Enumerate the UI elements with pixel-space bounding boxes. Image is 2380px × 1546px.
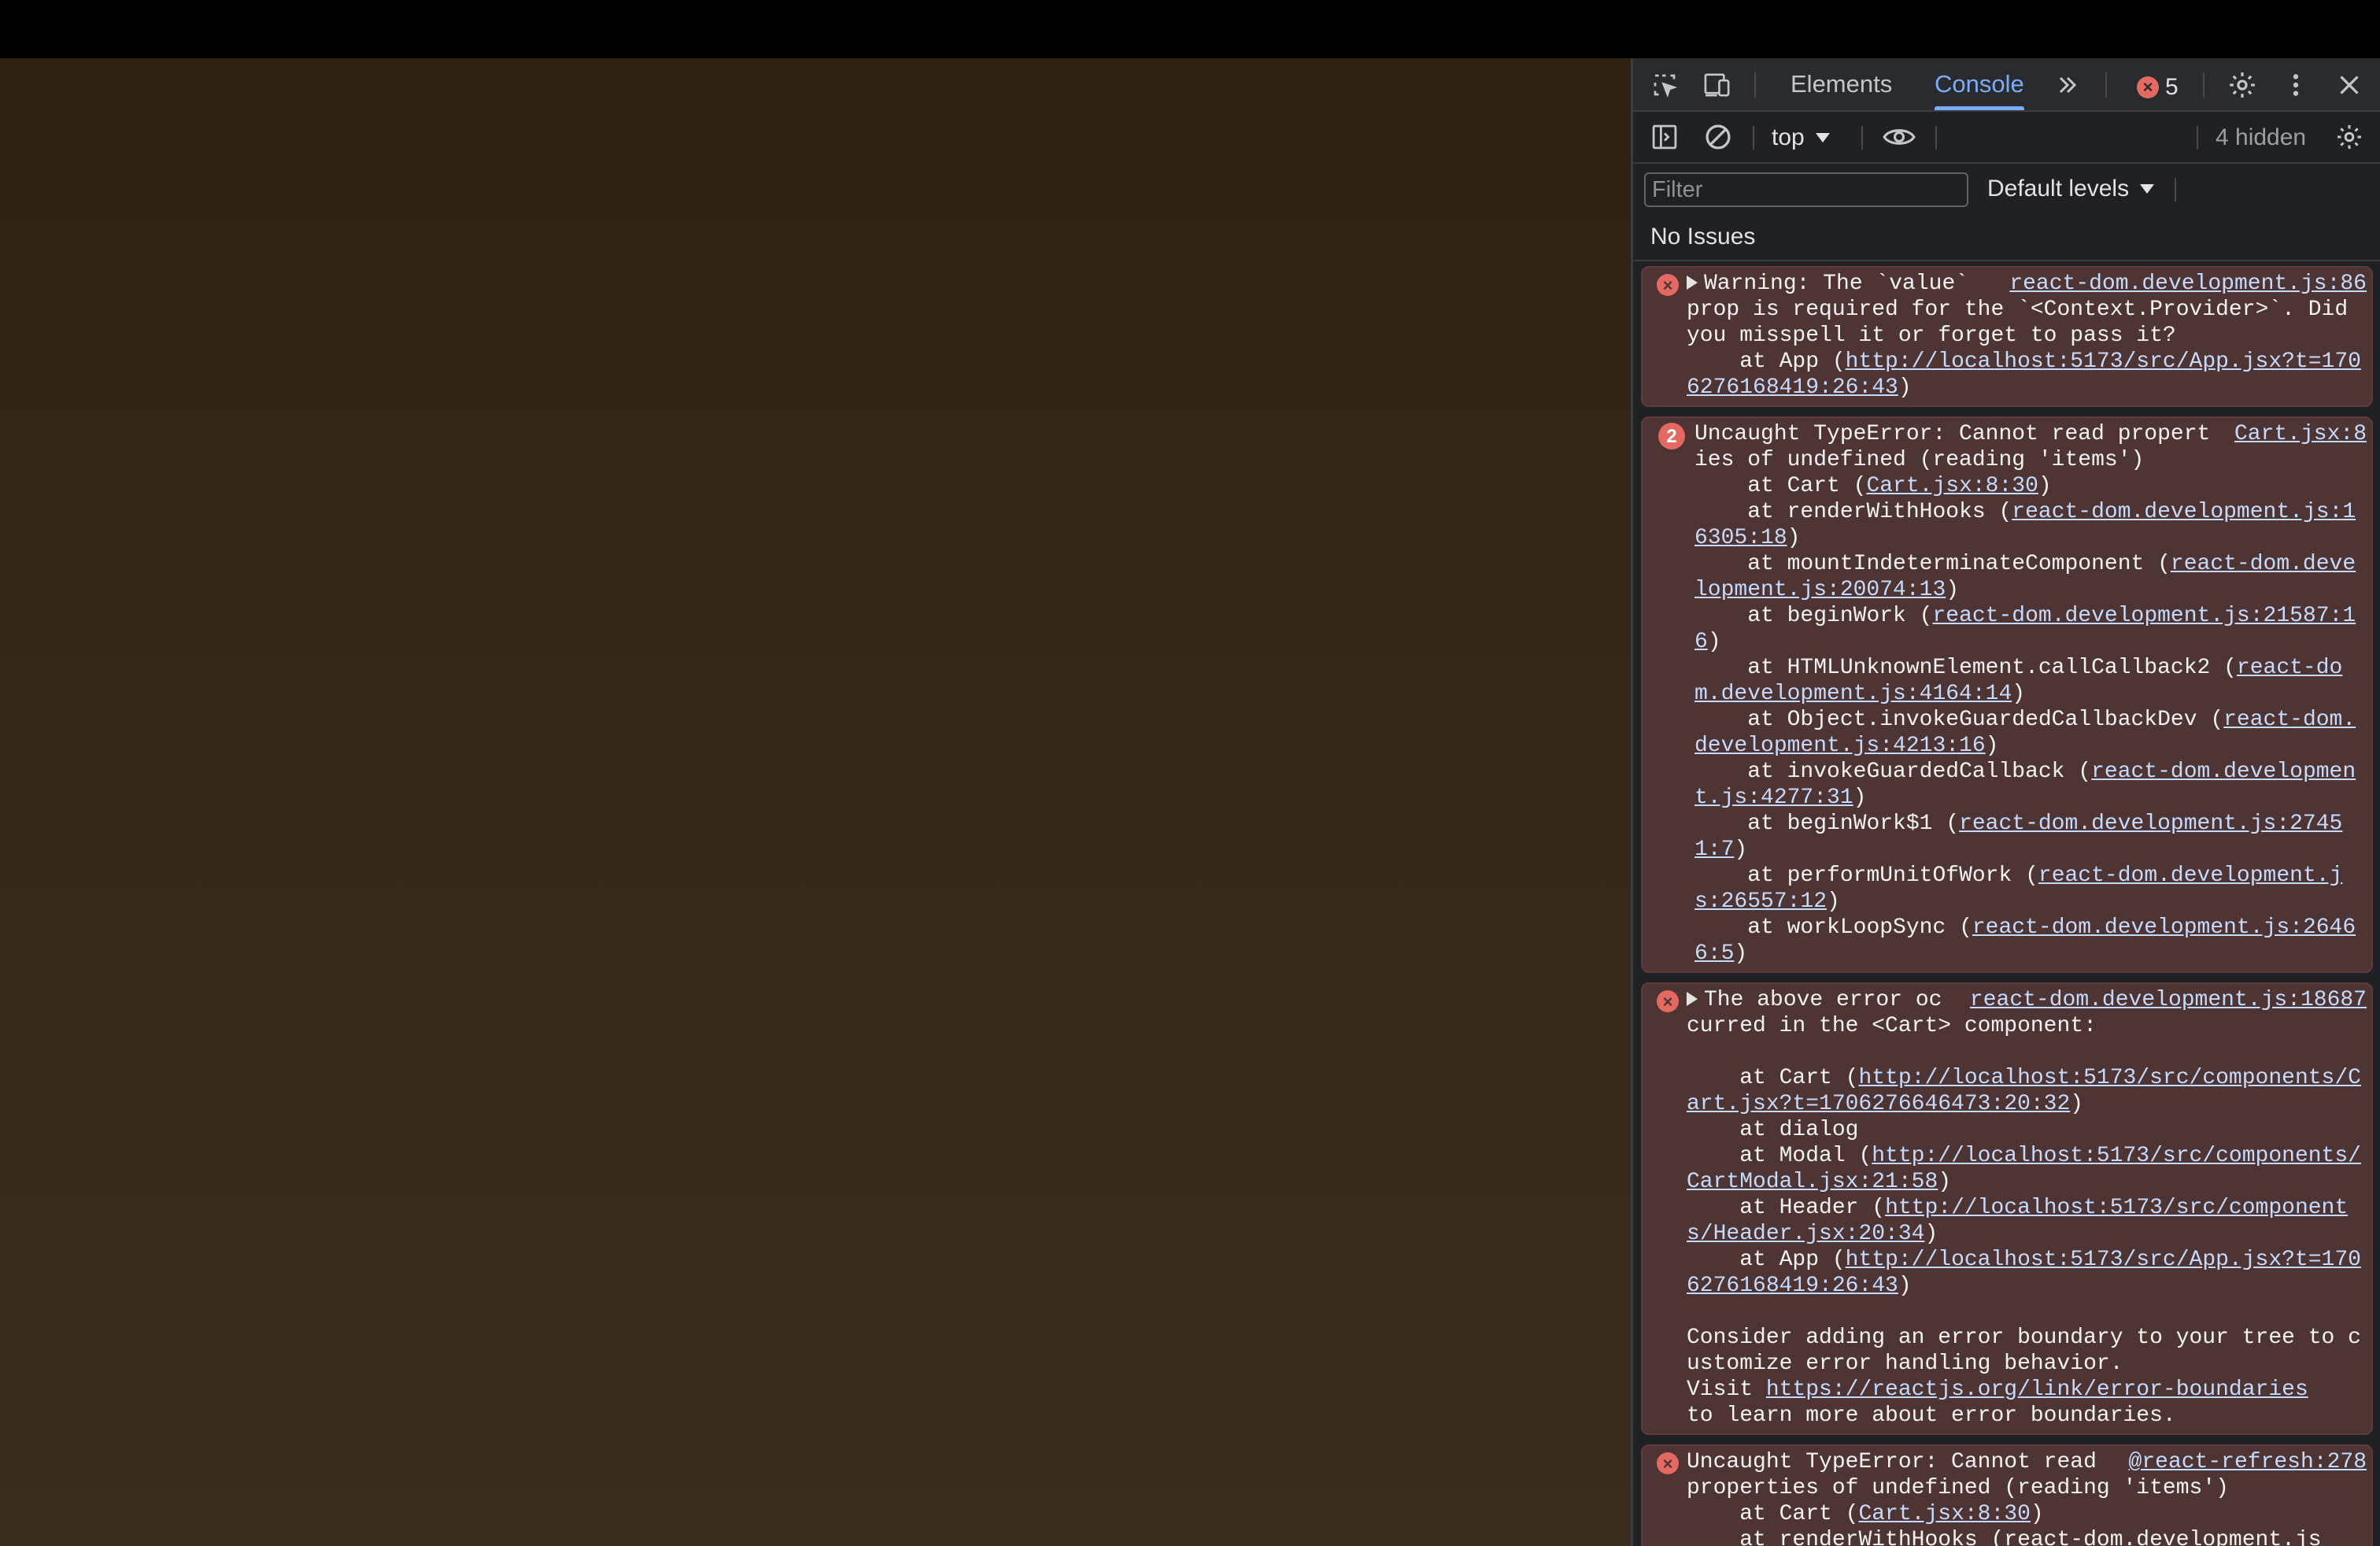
stack-frame-text: ): [1938, 1170, 1952, 1194]
divider: [1935, 126, 1937, 150]
message-text: ): [2030, 1502, 2044, 1526]
stack-frame-text: at dialog: [1687, 1118, 1859, 1142]
stack-frame-text: at HTMLUnknownElement.callCallback2 (: [1694, 656, 2237, 680]
stack-link[interactable]: Cart.jsx:8:30: [1858, 1502, 2030, 1526]
message-text: Visit: [1687, 1378, 1766, 1402]
message-text: Uncaught TypeError: Cannot read properti…: [1694, 422, 2211, 472]
dropdown-arrow-icon: [1815, 133, 1830, 142]
log-levels-dropdown[interactable]: Default levels: [1987, 164, 2155, 214]
docs-link[interactable]: https://reactjs.org/link/error-boundarie…: [1766, 1378, 2308, 1402]
console-messages: × react-dom.development.js:86 Warning: The…: [1641, 266, 2373, 1546]
console-settings-icon[interactable]: [2332, 120, 2367, 154]
message-text: at renderWithHooks (react-dom.developmen…: [1687, 1528, 2322, 1546]
error-icon: ×: [1657, 990, 1679, 1012]
device-toolbar-icon[interactable]: [1701, 68, 1735, 102]
stack-frame-text: at Cart (: [1694, 474, 1867, 498]
more-options-icon[interactable]: [2278, 68, 2313, 102]
page-viewport: [0, 58, 1631, 1546]
inspect-element-icon[interactable]: [1647, 68, 1682, 102]
console-toolbar: top 4 hidden: [1633, 112, 2380, 164]
stack-frame-text: at beginWork$1 (: [1694, 812, 1960, 836]
sidebar-toggle-icon[interactable]: [1647, 120, 1682, 154]
clear-console-icon[interactable]: [1701, 120, 1735, 154]
stack-frame-text: at Header (: [1687, 1196, 1886, 1220]
tab-console[interactable]: Console: [1935, 58, 2024, 110]
browser-top-bar: [0, 0, 2380, 58]
error-count: 5: [2165, 74, 2179, 100]
stack-frame-text: at Modal (: [1687, 1144, 1872, 1168]
dropdown-arrow-icon: [2140, 184, 2155, 194]
console-message[interactable]: × @react-refresh:278 Uncaught TypeError: C…: [1641, 1444, 2373, 1546]
stack-frame-text: ): [2070, 1092, 2084, 1116]
more-tabs-icon[interactable]: [2050, 68, 2085, 102]
stack-frame-text: at workLoopSync (: [1694, 915, 1972, 940]
message-text: Consider adding an error boundary to you…: [1687, 1326, 2361, 1376]
close-icon[interactable]: [2332, 68, 2367, 102]
hidden-count: 4 hidden: [2216, 124, 2307, 150]
divider: [2175, 178, 2176, 202]
message-source-link[interactable]: react-dom.development.js:86: [2009, 271, 2367, 297]
message-source-link[interactable]: Cart.jsx:8: [2234, 421, 2367, 447]
live-expression-eye-icon[interactable]: [1882, 120, 1916, 154]
message-source-link[interactable]: @react-refresh:278: [2129, 1449, 2367, 1475]
issues-bar: No Issues: [1633, 214, 2380, 261]
devtools-panel: Elements Console × 5 top 4 hidden Filter…: [1631, 58, 2380, 1546]
console-message[interactable]: × react-dom.development.js:18687 The above…: [1641, 982, 2373, 1435]
stack-frame-text: at beginWork (: [1694, 604, 1933, 628]
console-message[interactable]: 2 Cart.jsx:8 Uncaught TypeError: Cannot re…: [1641, 416, 2373, 973]
settings-icon[interactable]: [2225, 68, 2260, 102]
error-counter[interactable]: × 5: [2137, 74, 2179, 101]
devtools-tab-bar: Elements Console × 5: [1633, 58, 2380, 112]
divider: [1861, 126, 1863, 150]
divider: [1754, 72, 1756, 98]
stack-frame-text: at renderWithHooks (: [1694, 500, 2012, 524]
issues-status[interactable]: No Issues: [1650, 214, 1755, 260]
stack-link[interactable]: Cart.jsx:8:30: [1866, 474, 2038, 498]
context-label: top: [1772, 124, 1805, 150]
stack-frame-text: at App (: [1687, 1248, 1846, 1272]
expand-triangle-icon[interactable]: [1687, 276, 1698, 290]
divider: [2105, 72, 2107, 98]
stack-frame-text: at mountIndeterminateComponent (: [1694, 552, 2171, 576]
error-icon: ×: [2137, 76, 2159, 98]
error-icon: ×: [1657, 274, 1679, 296]
stack-frame-text: ): [1898, 1274, 1912, 1298]
expand-triangle-icon[interactable]: [1687, 992, 1698, 1006]
repeat-count-badge: 2: [1658, 423, 1685, 449]
tab-elements[interactable]: Elements: [1791, 58, 1892, 110]
filter-input[interactable]: [1644, 172, 1968, 207]
stack-frame-text: at Object.invokeGuardedCallbackDev (: [1694, 708, 2224, 732]
error-icon: ×: [1657, 1452, 1679, 1474]
message-text: ): [1898, 375, 1912, 400]
divider: [2203, 72, 2204, 98]
divider: [1753, 126, 1754, 150]
divider: [2197, 126, 2198, 150]
message-text: to learn more about error boundaries.: [1687, 1404, 2176, 1428]
console-message[interactable]: × react-dom.development.js:86 Warning: The…: [1641, 266, 2373, 407]
filter-bar: Default levels: [1633, 164, 2380, 214]
stack-frame-text: at performUnitOfWork (: [1694, 864, 2038, 888]
stack-frame-text: at invokeGuardedCallback (: [1694, 760, 2092, 784]
context-selector[interactable]: top: [1772, 112, 1830, 164]
message-source-link[interactable]: react-dom.development.js:18687: [1970, 987, 2367, 1013]
log-levels-label: Default levels: [1987, 176, 2130, 202]
message-text: at Cart (: [1687, 1502, 1859, 1526]
stack-frame-text: ): [1924, 1222, 1938, 1246]
stack-frame-text: at Cart (: [1687, 1066, 1859, 1090]
